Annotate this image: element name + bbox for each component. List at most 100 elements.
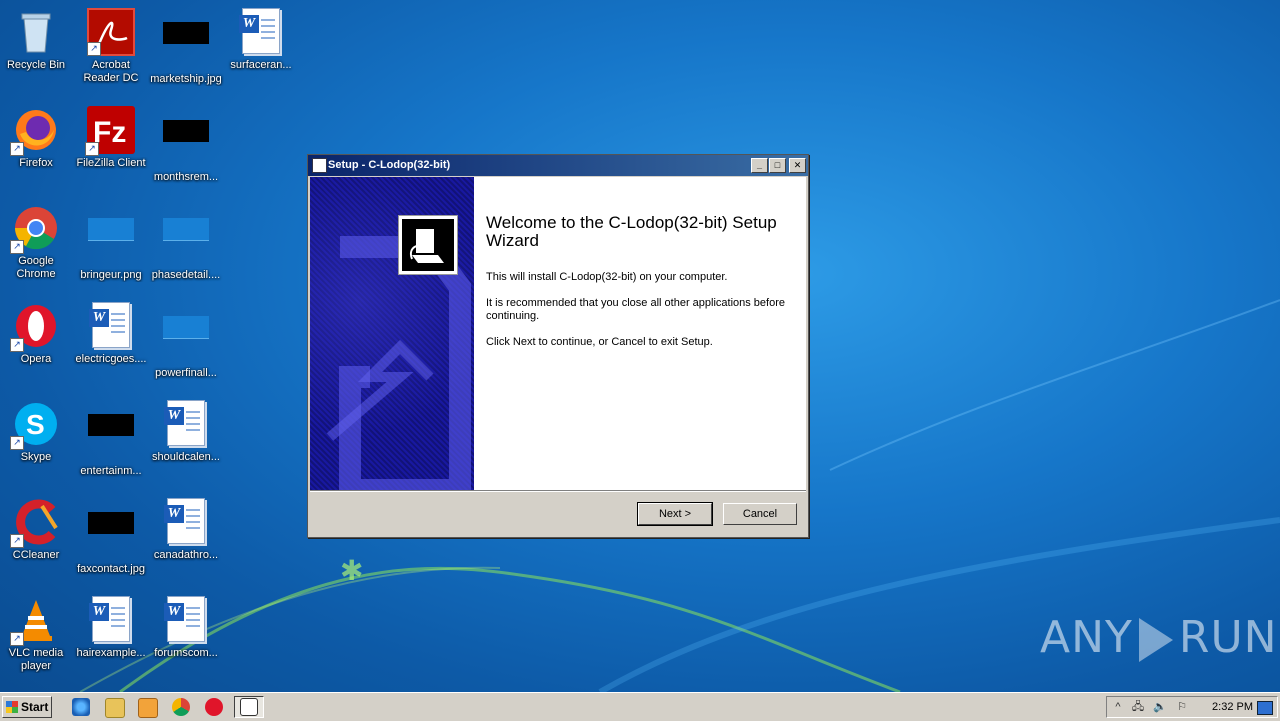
system-tray: ^ 🖧 🔈 ⚐ 2:32 PM: [1106, 696, 1278, 718]
chrome-icon: ↗: [10, 204, 60, 254]
desktop-icon-phasedetail[interactable]: phasedetail....: [148, 204, 224, 282]
desktop-icon-shouldcalen[interactable]: W shouldcalen...: [148, 400, 224, 464]
filezilla-icon: Fz ↗: [85, 106, 135, 156]
volume-icon[interactable]: 🔈: [1153, 700, 1167, 714]
clock[interactable]: 2:32 PM: [1212, 697, 1253, 718]
maximize-button[interactable]: □: [769, 158, 786, 173]
opera-taskbar-icon[interactable]: [205, 698, 223, 716]
desktop-icon-label: forumscom...: [154, 647, 218, 659]
desktop-icon-skype[interactable]: S ↗ Skype: [0, 400, 74, 464]
svg-text:S: S: [26, 409, 45, 440]
image-file-icon: [87, 414, 135, 462]
tray-expand-icon[interactable]: ^: [1111, 700, 1125, 714]
desktop-icon-firefox[interactable]: ↗ Firefox: [0, 106, 74, 170]
desktop-icon-label: entertainm...: [80, 465, 142, 477]
desktop-icon-surfaceran[interactable]: W surfaceran...: [223, 8, 299, 72]
image-file-icon: [162, 316, 210, 364]
media-player-icon[interactable]: [138, 698, 158, 718]
installer-logo-icon: [398, 215, 458, 275]
watermark-left-text: ANY: [1040, 612, 1133, 663]
desktop-icon-opera[interactable]: ↗ Opera: [0, 302, 74, 366]
wizard-heading: Welcome to the C-Lodop(32-bit) Setup Wiz…: [486, 213, 777, 250]
word-doc-icon: W: [237, 8, 285, 56]
desktop-icon-acrobat[interactable]: ↗ Acrobat Reader DC: [73, 8, 149, 85]
desktop-icon-label: Google Chrome: [16, 255, 56, 280]
shortcut-arrow-icon: ↗: [10, 436, 24, 450]
image-file-icon: [87, 512, 135, 560]
desktop-icon-label: faxcontact.jpg: [77, 563, 145, 575]
recycle-bin-icon: [12, 8, 60, 56]
window-titlebar[interactable]: Setup - C-Lodop(32-bit) _ □ ✕: [308, 155, 808, 176]
desktop-icon-label: Skype: [20, 451, 52, 463]
acrobat-icon: ↗: [87, 8, 135, 56]
setup-taskbar-icon: [240, 698, 258, 716]
setup-wizard-window[interactable]: Setup - C-Lodop(32-bit) _ □ ✕ Welcome to…: [307, 154, 809, 538]
shortcut-arrow-icon: ↗: [10, 534, 24, 548]
opera-icon: ↗: [10, 302, 60, 352]
desktop-icon-label: canadathro...: [153, 549, 219, 561]
firefox-icon: ↗: [10, 106, 60, 156]
shortcut-arrow-icon: ↗: [10, 142, 24, 156]
next-button[interactable]: Next >: [637, 502, 713, 526]
desktop-icon-label: electricgoes....: [75, 353, 147, 365]
image-file-icon: [162, 120, 210, 168]
word-doc-icon: W: [87, 596, 135, 644]
internet-explorer-icon[interactable]: [72, 698, 90, 716]
desktop-icon-label: Opera: [20, 353, 52, 365]
desktop-icon-entertainm[interactable]: entertainm...: [73, 400, 149, 478]
ccleaner-icon: ↗: [10, 498, 60, 548]
word-doc-icon: W: [162, 596, 210, 644]
setup-taskbar-button[interactable]: [234, 696, 264, 718]
desktop-icon-label: Firefox: [19, 157, 53, 169]
desktop-icon-label: Acrobat Reader DC: [83, 59, 139, 84]
desktop-icon-label: Recycle Bin: [6, 59, 66, 71]
svg-text:✱: ✱: [340, 554, 363, 587]
word-doc-icon: W: [162, 400, 210, 448]
close-button[interactable]: ✕: [789, 158, 806, 173]
start-button[interactable]: Start: [2, 696, 52, 718]
shortcut-arrow-icon: ↗: [10, 632, 24, 646]
shortcut-arrow-icon: ↗: [85, 142, 99, 156]
desktop-icon-marketship[interactable]: marketship.jpg: [148, 8, 224, 86]
skype-icon: S ↗: [10, 400, 60, 450]
desktop-icon-label: powerfinall...: [155, 367, 217, 379]
wizard-side-image: [310, 177, 474, 490]
action-center-flag-icon[interactable]: ⚐: [1175, 700, 1189, 714]
cancel-button[interactable]: Cancel: [723, 503, 797, 525]
wizard-text-install: This will install C-Lodop(32-bit) on you…: [486, 271, 728, 283]
shortcut-arrow-icon: ↗: [10, 240, 24, 254]
desktop-icon-label: phasedetail....: [151, 269, 221, 281]
desktop-icon-chrome[interactable]: ↗ Google Chrome: [0, 204, 74, 281]
desktop-icon-label: bringeur.png: [80, 269, 142, 281]
desktop-icon-monthsrem[interactable]: monthsrem...: [148, 106, 224, 184]
image-file-icon: [87, 218, 135, 266]
show-desktop-icon[interactable]: [1257, 701, 1273, 715]
desktop-icon-electricgoes[interactable]: W electricgoes....: [73, 302, 149, 366]
shortcut-arrow-icon: ↗: [87, 42, 101, 56]
play-icon: [1138, 618, 1173, 662]
button-divider: [310, 490, 806, 492]
vlc-icon: ↗: [10, 596, 60, 646]
chrome-taskbar-icon[interactable]: [172, 698, 190, 716]
desktop-icon-forumscom[interactable]: W forumscom...: [148, 596, 224, 660]
setup-app-icon: [312, 158, 327, 173]
desktop-icon-label: monthsrem...: [153, 171, 219, 183]
desktop-icon-ccleaner[interactable]: ↗ CCleaner: [0, 498, 74, 562]
start-label: Start: [21, 700, 49, 714]
shortcut-arrow-icon: ↗: [10, 338, 24, 352]
window-title: Setup - C-Lodop(32-bit): [328, 159, 451, 171]
word-doc-icon: W: [162, 498, 210, 546]
file-explorer-icon[interactable]: [105, 698, 125, 718]
desktop-icon-bringeur[interactable]: bringeur.png: [73, 204, 149, 282]
minimize-button[interactable]: _: [751, 158, 768, 173]
desktop-icon-canadathro[interactable]: W canadathro...: [148, 498, 224, 562]
desktop-icon-recycle-bin[interactable]: Recycle Bin: [0, 8, 74, 72]
desktop-icon-label: hairexample...: [76, 647, 146, 659]
desktop-icon-filezilla[interactable]: Fz ↗ FileZilla Client: [73, 106, 149, 170]
desktop-icon-faxcontact[interactable]: faxcontact.jpg: [73, 498, 149, 576]
desktop-icon-hairexample[interactable]: W hairexample...: [73, 596, 149, 660]
desktop-icon-vlc[interactable]: ↗ VLC media player: [0, 596, 74, 673]
network-icon[interactable]: 🖧: [1131, 700, 1145, 714]
taskbar: Start ^ 🖧 🔈 ⚐ 2:32 PM: [0, 692, 1280, 721]
desktop-icon-powerfinall[interactable]: powerfinall...: [148, 302, 224, 380]
